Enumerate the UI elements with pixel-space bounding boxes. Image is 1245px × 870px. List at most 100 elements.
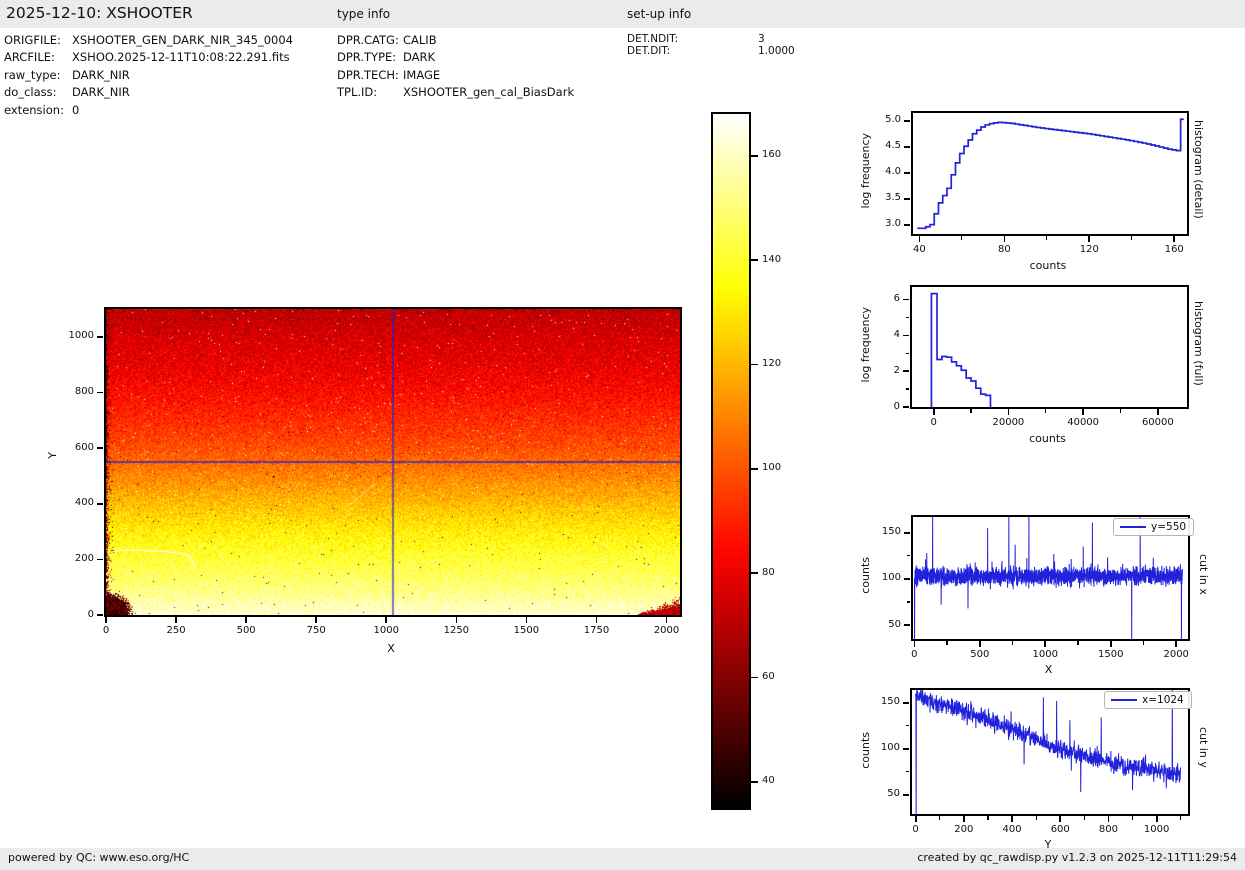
x-tick — [915, 816, 917, 822]
data-series-line — [931, 294, 990, 407]
y-tick-label: 4.5 — [841, 140, 901, 151]
colorbar-tick — [751, 781, 758, 783]
x-minor-tick — [1132, 816, 1133, 820]
x-tick — [1175, 641, 1177, 647]
metadata-row: DPR.TECH:IMAGE — [337, 68, 440, 82]
histogram-full-axes — [910, 285, 1189, 409]
colorbar-tick-label: 40 — [762, 775, 775, 786]
x-tick — [1156, 816, 1158, 822]
x-tick — [1173, 236, 1175, 242]
x-minor-tick — [946, 641, 947, 645]
x-tick — [1082, 409, 1084, 415]
y-tick-label: 4.0 — [841, 166, 901, 177]
field-value: 3 — [758, 33, 765, 45]
x-minor-tick — [1045, 409, 1046, 413]
x-minor-tick — [987, 816, 988, 820]
x-minor-tick — [970, 409, 971, 413]
y-tick-label: 4 — [840, 329, 900, 340]
x-tick — [175, 617, 177, 623]
y-minor-tick — [907, 555, 911, 556]
field-value: IMAGE — [403, 68, 440, 82]
x-tick-label: 0 — [904, 417, 964, 428]
main-heatmap-canvas — [106, 309, 680, 615]
y-tick-label: 3.5 — [841, 192, 901, 203]
y-tick — [904, 146, 910, 148]
main-image-axes — [104, 307, 682, 617]
y-tick-label: 0 — [34, 609, 94, 620]
y-tick — [97, 336, 103, 338]
footer-credit-right: created by qc_rawdisp.py v1.2.3 on 2025-… — [917, 851, 1237, 864]
y-minor-tick — [906, 353, 910, 354]
x-tick-label: 500 — [216, 625, 276, 636]
y-tick — [904, 198, 910, 200]
x-tick — [1011, 816, 1013, 822]
x-minor-tick — [1120, 409, 1121, 413]
cut-in-x-xlabel: X — [911, 663, 1186, 676]
y-tick-label: 200 — [34, 553, 94, 564]
legend-label: x=1024 — [1142, 694, 1184, 706]
x-tick — [245, 617, 247, 623]
x-tick — [1108, 816, 1110, 822]
field-value: DARK — [403, 50, 435, 64]
x-tick-label: 40000 — [1053, 417, 1113, 428]
field-value: DARK_NIR — [72, 68, 130, 82]
legend-line-sample — [1111, 699, 1137, 701]
y-tick — [903, 335, 909, 337]
x-tick — [1110, 641, 1112, 647]
histogram-full-title: histogram (full) — [1192, 301, 1205, 386]
metadata-row: raw_type:DARK_NIR — [4, 68, 130, 82]
x-tick-label: 160 — [1144, 244, 1204, 255]
colorbar-tick — [751, 364, 758, 366]
field-label: DPR.TECH: — [337, 68, 403, 82]
y-tick — [903, 702, 909, 704]
legend-line-sample — [1120, 526, 1146, 528]
field-value: CALIB — [403, 33, 437, 47]
metadata-row: DPR.CATG:CALIB — [337, 33, 437, 47]
field-label: DPR.CATG: — [337, 33, 403, 47]
histogram-detail-xlabel: counts — [911, 259, 1185, 272]
y-tick-label: 100 — [841, 572, 901, 583]
x-tick-label: 1750 — [566, 625, 626, 636]
x-tick — [1059, 816, 1061, 822]
x-tick — [1088, 236, 1090, 242]
y-tick — [904, 224, 910, 226]
field-value: DARK_NIR — [72, 85, 130, 99]
colorbar-tick-label: 160 — [762, 149, 781, 160]
x-tick — [105, 617, 107, 623]
cut-in-y-legend: x=1024 — [1104, 691, 1192, 709]
y-tick-label: 5.0 — [841, 114, 901, 125]
field-label: ORIGFILE: — [4, 33, 72, 47]
y-tick — [903, 748, 909, 750]
y-tick-label: 1000 — [34, 330, 94, 341]
field-value: XSHOOTER_GEN_DARK_NIR_345_0004 — [72, 33, 293, 47]
y-tick — [903, 794, 909, 796]
y-tick-label: 50 — [841, 619, 901, 630]
y-tick-label: 150 — [840, 696, 900, 707]
y-tick-label: 600 — [34, 442, 94, 453]
field-label: do_class: — [4, 85, 72, 99]
y-tick-label: 3.0 — [841, 218, 901, 229]
x-tick — [914, 641, 916, 647]
colorbar-tick-label: 140 — [762, 254, 781, 265]
x-tick — [979, 641, 981, 647]
y-tick — [903, 299, 909, 301]
x-tick-label: 500 — [950, 649, 1010, 660]
x-minor-tick — [1077, 641, 1078, 645]
histogram-full-xlabel: counts — [910, 432, 1185, 445]
field-label: TPL.ID: — [337, 85, 403, 99]
metadata-row: ORIGFILE:XSHOOTER_GEN_DARK_NIR_345_0004 — [4, 33, 293, 47]
y-tick — [904, 172, 910, 174]
colorbar — [711, 112, 751, 810]
y-tick — [904, 120, 910, 122]
field-value: XSHOOTER_gen_cal_BiasDark — [403, 85, 574, 99]
field-label: extension: — [4, 103, 72, 117]
metadata-row: DET.NDIT:3 — [627, 33, 765, 45]
y-tick — [97, 447, 103, 449]
y-minor-tick — [906, 317, 910, 318]
x-tick-label: 1500 — [1081, 649, 1141, 660]
x-tick — [666, 617, 668, 623]
legend-label: y=550 — [1151, 521, 1186, 533]
colorbar-tick — [751, 259, 758, 261]
y-tick — [904, 624, 910, 626]
metadata-row: do_class:DARK_NIR — [4, 85, 130, 99]
